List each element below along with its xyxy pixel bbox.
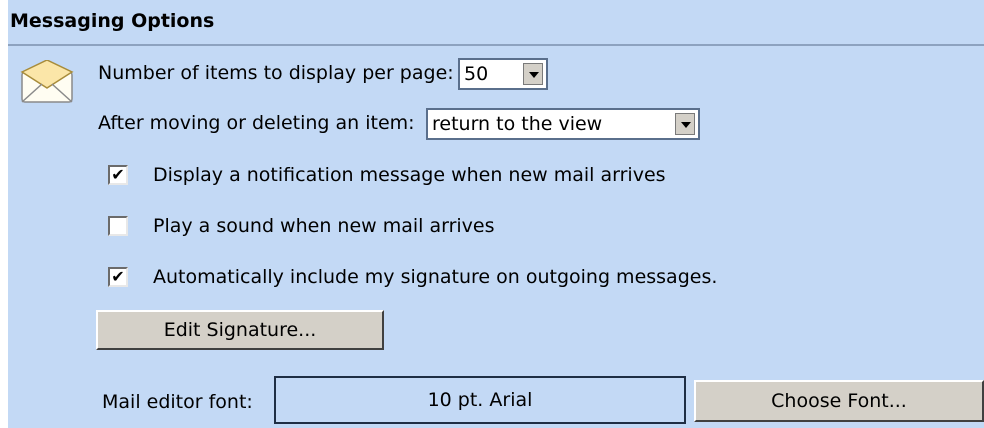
mail-editor-font-label: Mail editor font: [102, 391, 253, 413]
choose-font-button[interactable]: Choose Font... [694, 380, 984, 422]
sound-label: Play a sound when new mail arrives [153, 215, 495, 237]
notification-label: Display a notification message when new … [153, 164, 666, 186]
messaging-options-panel: Messaging Options Number of items to dis… [8, 0, 984, 428]
items-per-page-label: Number of items to display per page: [98, 62, 454, 84]
after-move-select[interactable]: return to the view [426, 108, 700, 140]
after-move-value: return to the view [432, 113, 603, 135]
items-per-page-value: 50 [464, 63, 489, 85]
sound-checkbox[interactable] [108, 216, 128, 236]
signature-label: Automatically include my signature on ou… [153, 266, 718, 288]
chevron-down-icon[interactable] [523, 63, 543, 85]
envelope-icon [20, 60, 74, 103]
section-title: Messaging Options [10, 10, 215, 32]
after-move-label: After moving or deleting an item: [98, 112, 415, 134]
section-header: Messaging Options [8, 0, 984, 46]
edit-signature-button[interactable]: Edit Signature... [96, 310, 384, 350]
notification-checkbox[interactable]: ✔ [108, 165, 128, 185]
mail-editor-font-value: 10 pt. Arial [274, 376, 686, 424]
chevron-down-icon[interactable] [675, 113, 695, 135]
signature-checkbox[interactable]: ✔ [108, 267, 128, 287]
items-per-page-select[interactable]: 50 [458, 58, 548, 90]
